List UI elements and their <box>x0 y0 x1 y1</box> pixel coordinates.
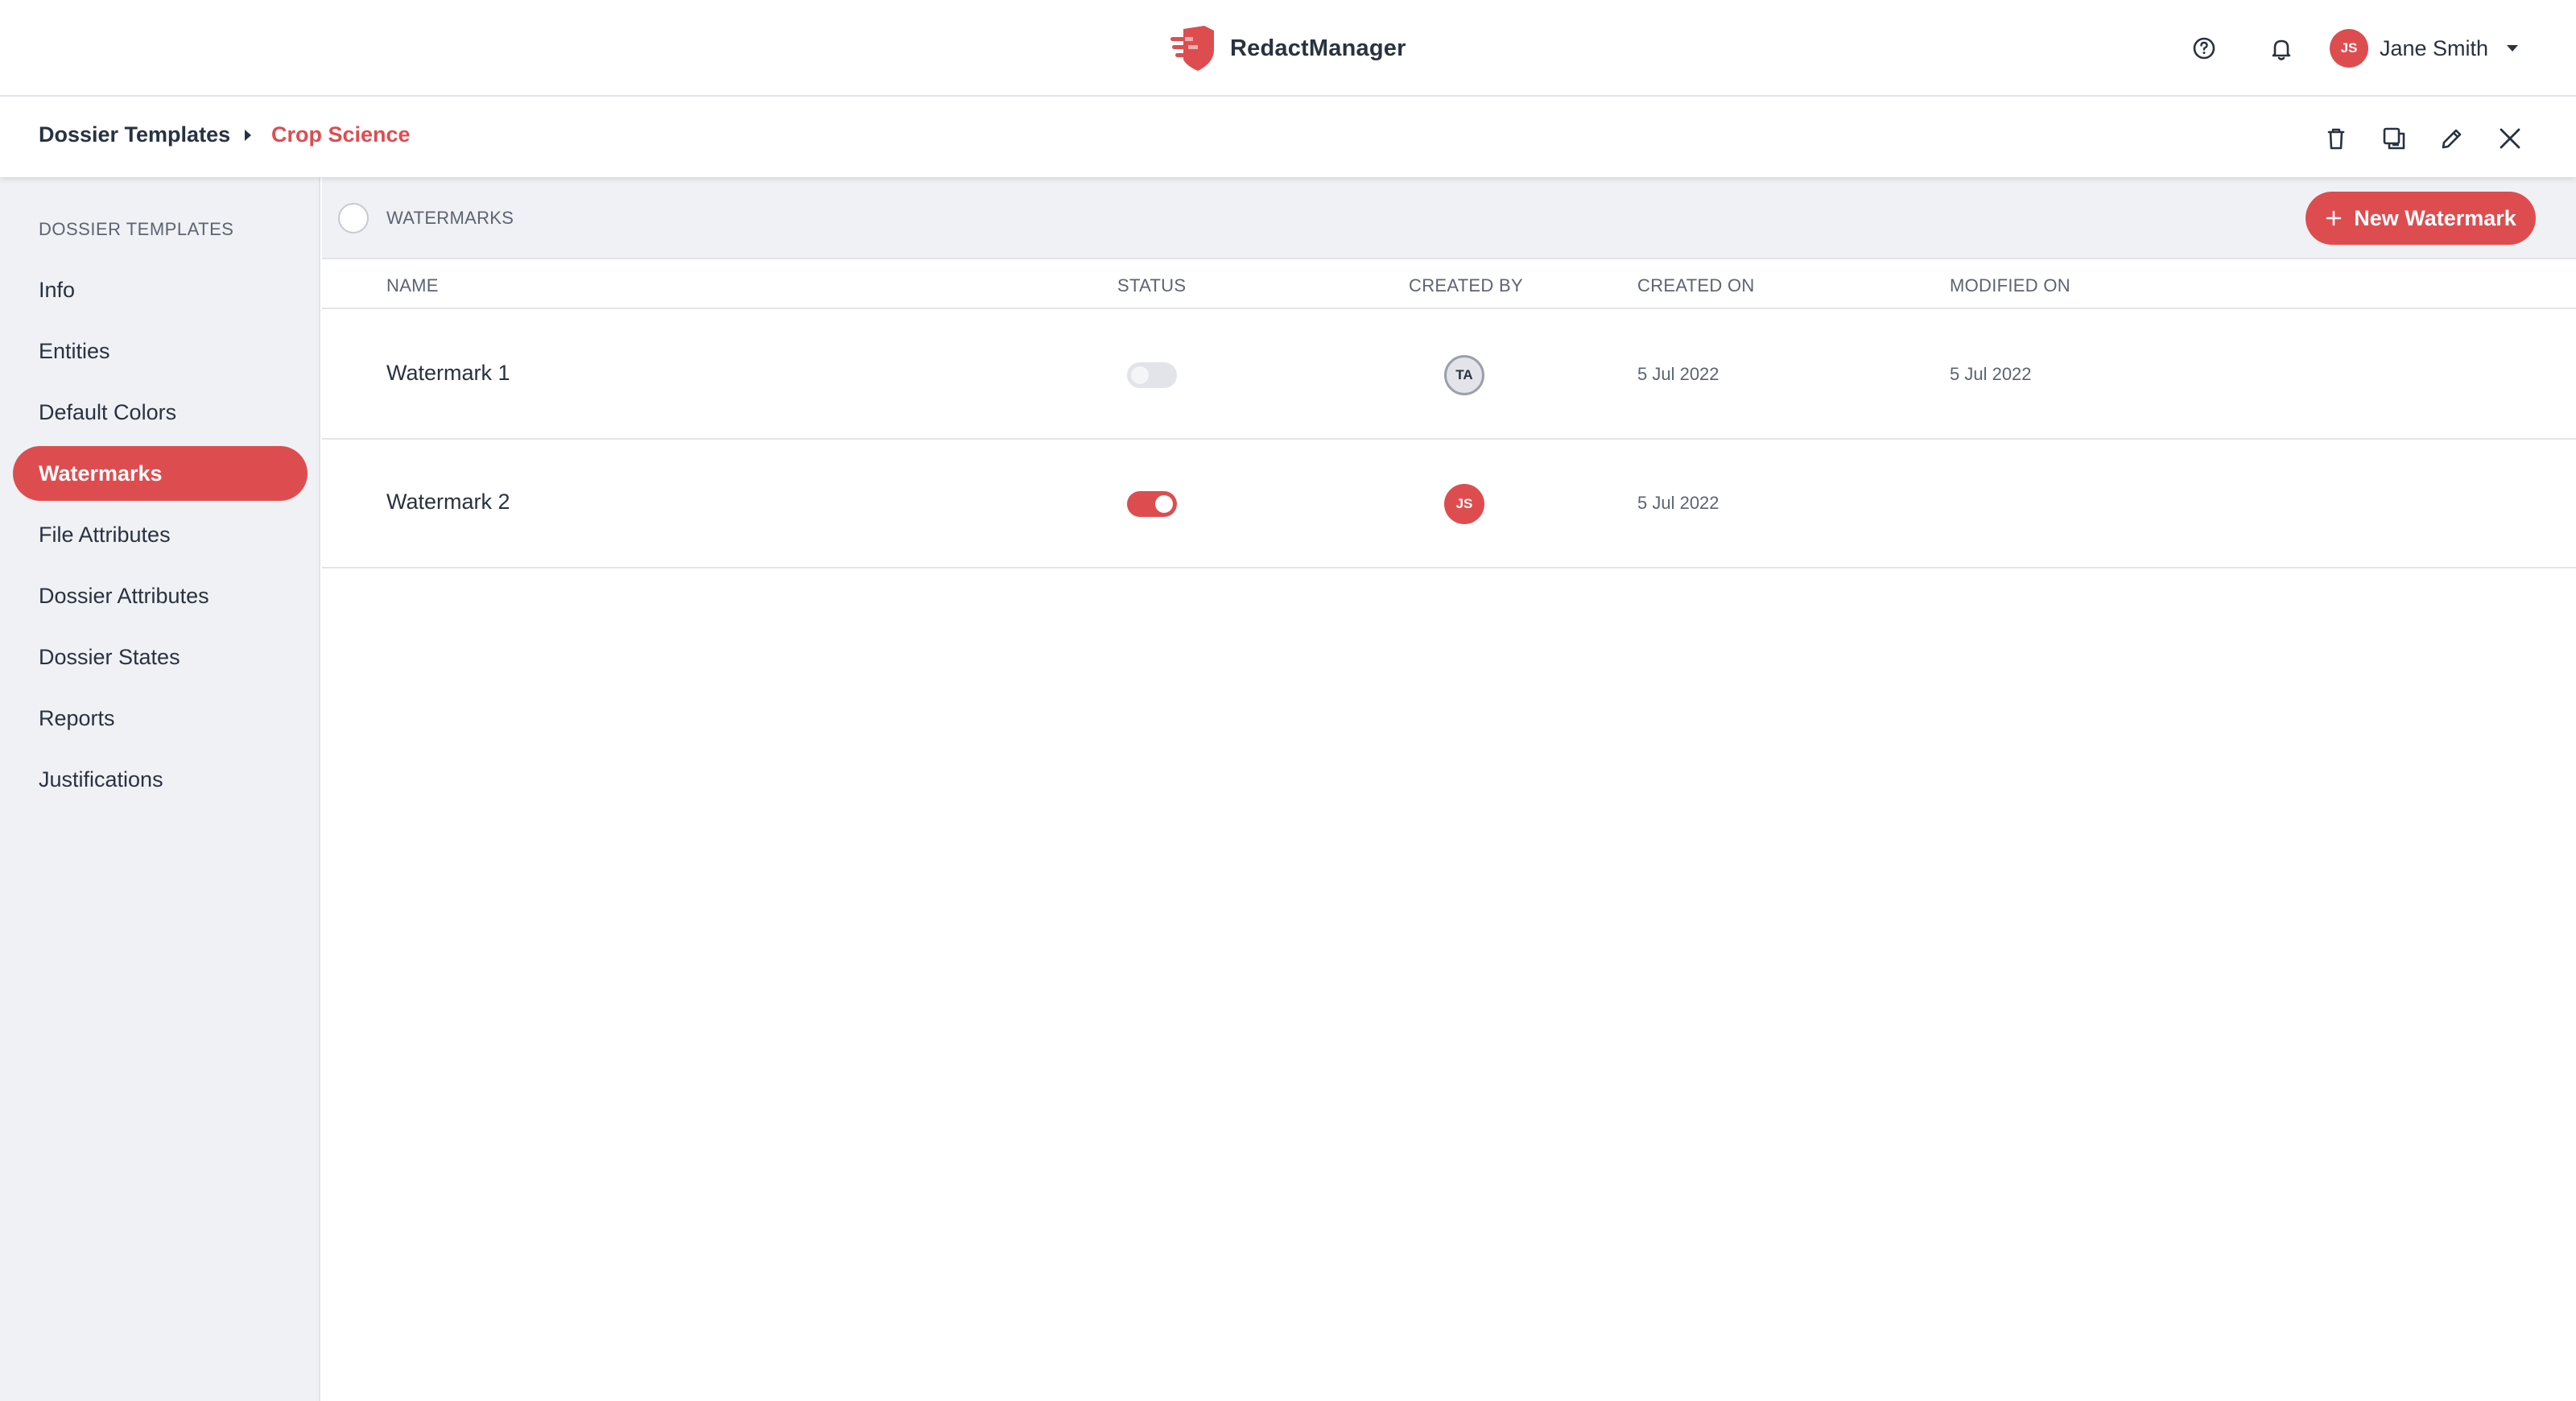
pencil-icon <box>2442 129 2462 149</box>
sidebar-item-dossier-attributes[interactable]: Dossier Attributes <box>13 568 308 623</box>
help-icon <box>2193 37 2215 60</box>
new-watermark-button[interactable]: New Watermark <box>2306 192 2536 245</box>
sidebar-item-watermarks[interactable]: Watermarks <box>13 446 308 501</box>
column-created-by[interactable]: CREATED BY <box>1409 275 1523 296</box>
trash-icon <box>2327 128 2345 150</box>
app-logo[interactable]: RedactManager <box>1169 23 1406 74</box>
user-menu[interactable]: JS Jane Smith <box>2330 27 2519 69</box>
created-on-date: 5 Jul 2022 <box>1637 493 1719 513</box>
user-avatar: JS <box>2330 29 2368 68</box>
created-on-date: 5 Jul 2022 <box>1637 364 1719 384</box>
table-header: NAME STATUS CREATED BY CREATED ON MODIFI… <box>322 259 2576 309</box>
notifications-button[interactable] <box>2265 32 2297 64</box>
list-header: WATERMARKS New Watermark <box>322 177 2576 259</box>
chevron-down-icon <box>2507 45 2519 52</box>
sidebar-item-dossier-states[interactable]: Dossier States <box>13 630 308 684</box>
column-created-on[interactable]: CREATED ON <box>1637 275 1755 296</box>
column-modified-on[interactable]: MODIFIED ON <box>1950 275 2070 296</box>
breadcrumb-current[interactable]: Crop Science <box>271 122 411 147</box>
creator-avatar: TA <box>1444 355 1484 395</box>
sidebar-item-file-attributes[interactable]: File Attributes <box>13 507 308 562</box>
sidebar-item-default-colors[interactable]: Default Colors <box>13 385 308 440</box>
clone-template-button[interactable] <box>2376 121 2412 156</box>
breadcrumb-dossier-templates[interactable]: Dossier Templates <box>39 122 230 147</box>
select-all-checkbox[interactable] <box>338 203 369 234</box>
breadcrumb: Dossier Templates Crop Science <box>0 98 2576 177</box>
sidebar: DOSSIER TEMPLATES Info Entities Default … <box>0 177 320 1401</box>
table-row[interactable]: Watermark 1 TA 5 Jul 2022 5 Jul 2022 <box>322 311 2576 440</box>
status-toggle[interactable] <box>1127 362 1177 388</box>
sidebar-item-entities[interactable]: Entities <box>13 324 308 378</box>
table-row[interactable]: Watermark 2 JS 5 Jul 2022 <box>322 440 2576 568</box>
top-header: RedactManager JS Jane Smith <box>0 0 2576 97</box>
bell-icon <box>2272 39 2291 60</box>
close-icon <box>2500 128 2520 149</box>
list-title: WATERMARKS <box>386 208 514 228</box>
help-button[interactable] <box>2188 32 2220 64</box>
shield-logo-icon <box>1170 26 1214 71</box>
sidebar-item-justifications[interactable]: Justifications <box>13 752 308 807</box>
column-status[interactable]: STATUS <box>1117 275 1186 296</box>
watermarks-panel: WATERMARKS New Watermark NAME STATUS CRE… <box>322 177 2576 1401</box>
creator-avatar: JS <box>1444 484 1484 524</box>
delete-template-button[interactable] <box>2318 121 2354 156</box>
copy-icon <box>2383 127 2405 150</box>
watermark-name: Watermark 2 <box>386 490 510 514</box>
watermark-name: Watermark 1 <box>386 361 510 385</box>
user-name: Jane Smith <box>2380 35 2489 60</box>
edit-template-button[interactable] <box>2434 121 2470 156</box>
new-watermark-label: New Watermark <box>2354 205 2516 230</box>
toggle-knob <box>1155 495 1173 513</box>
close-button[interactable] <box>2492 121 2528 156</box>
app-name: RedactManager <box>1230 35 1406 61</box>
sidebar-item-info[interactable]: Info <box>13 262 308 317</box>
modified-on-date: 5 Jul 2022 <box>1950 364 2032 384</box>
toggle-knob <box>1131 366 1149 384</box>
status-toggle[interactable] <box>1127 491 1177 517</box>
column-name[interactable]: NAME <box>386 275 439 296</box>
plus-icon <box>2326 210 2342 226</box>
caret-right-icon <box>245 130 251 141</box>
sidebar-item-reports[interactable]: Reports <box>13 691 308 746</box>
sidebar-heading: DOSSIER TEMPLATES <box>39 219 234 239</box>
